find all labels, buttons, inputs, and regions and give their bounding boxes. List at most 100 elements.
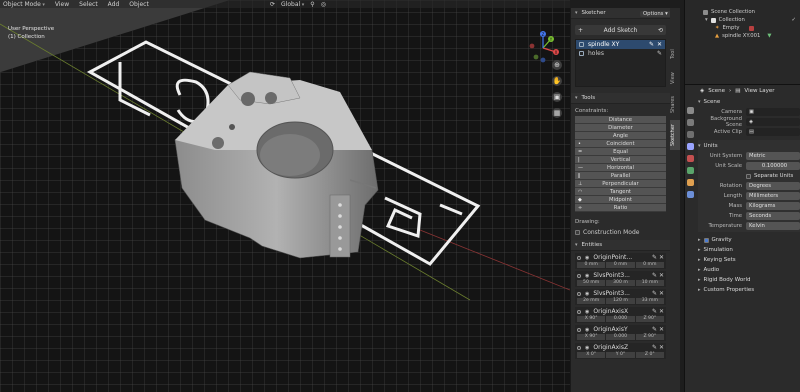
mass-row: Mass Kilograms [698, 201, 800, 211]
zoom-icon[interactable]: ⊕ [552, 60, 562, 70]
active-clip-field[interactable]: ▤ [746, 128, 800, 136]
menu-object[interactable]: Object [129, 1, 149, 8]
camera-field[interactable]: ▣ [746, 108, 800, 116]
render-tab-icon[interactable] [686, 119, 694, 126]
entities-header[interactable]: Entities [571, 240, 670, 251]
close-icon[interactable]: ✕ [657, 41, 662, 48]
eye-icon: ◉ [585, 344, 590, 351]
constraint-parallel-button[interactable]: ∥ Parallel [575, 172, 666, 180]
sketch-item[interactable]: holes ✎ [576, 49, 665, 58]
menu-add[interactable]: Add [108, 1, 120, 8]
audio-section[interactable]: Audio [698, 265, 800, 275]
constraint-tangent-button[interactable]: ◠ Tangent [575, 188, 666, 196]
perspective-label: User Perspective [8, 26, 55, 32]
3d-viewport[interactable]: Object Mode View Select Add Object ⟳ Glo… [0, 0, 570, 392]
entity-row[interactable]: ◉ SlvsPoint3... ✎ ✕ 50 mm 300 m 10 mm [575, 271, 666, 287]
constraint-perpendicular-button[interactable]: ⊥ Perpendicular [575, 180, 666, 188]
modifier-tab-icon[interactable] [686, 191, 694, 198]
units-section[interactable]: Units [698, 141, 800, 151]
unit-system-row: Unit System Metric [698, 151, 800, 161]
construction-mode-toggle[interactable]: Construction Mode [575, 229, 666, 236]
add-sketch-button[interactable]: + Add Sketch ⟲ [575, 25, 666, 35]
entity-row[interactable]: ◉ OriginAxisZ ✎ ✕ X 0° Y 0° Z 0° [575, 343, 666, 359]
rigid-body-world-section[interactable]: Rigid Body World [698, 275, 800, 285]
constraint-midpoint-button[interactable]: ◆ Midpoint [575, 196, 666, 204]
scene-tab-icon[interactable] [686, 143, 694, 150]
collection-row[interactable]: ▾ Collection ✓ [685, 16, 800, 24]
collection-icon [703, 9, 708, 15]
constraint-equal-button[interactable]: = Equal [575, 148, 666, 156]
tool-tab-icon[interactable] [686, 107, 694, 114]
edit-icon: ✎ ✕ [652, 344, 664, 351]
unit-scale-row: Unit Scale 0.100000 [698, 161, 800, 171]
unit-scale-field[interactable]: 0.100000 [746, 162, 800, 170]
entity-row[interactable]: ◉ OriginAxisX ✎ ✕ X 90° 0.000 Z 90° [575, 307, 666, 323]
temperature-select[interactable]: Kelvin [746, 222, 800, 230]
constraint-ratio-button[interactable]: ÷ Ratio [575, 204, 666, 212]
select-dot-icon [577, 291, 581, 296]
proportional-icon[interactable]: ◎ [321, 1, 326, 8]
refresh-icon[interactable]: ⟲ [658, 27, 663, 34]
tools-header[interactable]: Tools [571, 93, 670, 104]
world-tab-icon[interactable] [686, 155, 694, 162]
entity-row[interactable]: ◉ OriginPoint... ✎ ✕ 0 mm 0 mm 0 mm [575, 253, 666, 269]
entity-row[interactable]: ◉ SlvsPoint3... ✎ ✕ 2e mm 120 m 33 mm [575, 289, 666, 305]
menu-view[interactable]: View [55, 1, 69, 8]
constraint-diameter-button[interactable]: Diameter [575, 124, 666, 132]
sketch-item[interactable]: spindle XY ✎ ✕ [576, 40, 665, 49]
constraint-horizontal-button[interactable]: — Horizontal [575, 164, 666, 172]
background-scene-field[interactable]: ◈ [746, 118, 800, 126]
breadcrumb-scene[interactable]: Scene [708, 88, 725, 94]
separate-units-checkbox[interactable] [746, 173, 751, 179]
equal-icon: = [578, 148, 583, 155]
gravity-section[interactable]: Gravity [698, 235, 800, 245]
object-tab-icon[interactable] [686, 179, 694, 186]
constraint-distance-button[interactable]: Distance [575, 116, 666, 124]
pan-hand-icon[interactable]: ✋ [552, 76, 562, 86]
constraint-coincident-button[interactable]: • Coincident [575, 140, 666, 148]
edit-icon: ✎ ✕ [652, 290, 664, 297]
grid-icon[interactable]: ▦ [552, 108, 562, 118]
outliner: Scene Collection ▾ Collection ✓ ✶ Empty … [684, 0, 800, 84]
sketch-icon [579, 42, 584, 47]
camera-icon[interactable]: ▣ [552, 92, 562, 102]
rotation-select[interactable]: Degrees [746, 182, 800, 190]
collection-tab-icon[interactable] [686, 167, 694, 174]
viewport-scene [0, 0, 570, 392]
breadcrumb-view-layer[interactable]: View Layer [744, 88, 774, 94]
constraint-vertical-button[interactable]: | Vertical [575, 156, 666, 164]
scene-icon: ◈ [700, 88, 705, 94]
simulation-section[interactable]: Simulation [698, 245, 800, 255]
scene-collection-row[interactable]: Scene Collection [685, 8, 800, 16]
options-dropdown[interactable]: Options [640, 11, 671, 17]
unit-system-select[interactable]: Metric [746, 152, 800, 160]
constraint-angle-button[interactable]: Angle [575, 132, 666, 140]
tab-shares[interactable]: Shares [670, 92, 680, 116]
ratio-icon: ÷ [578, 204, 583, 211]
chevron-down-icon: ▾ [705, 17, 708, 23]
transform-orientation-icon[interactable]: ⟳ [270, 1, 275, 8]
edit-icon[interactable]: ✎ [649, 41, 654, 48]
time-select[interactable]: Seconds [746, 212, 800, 220]
select-dot-icon [577, 273, 581, 278]
construction-mode-checkbox[interactable] [575, 230, 580, 235]
transform-orientation[interactable]: Global [281, 1, 304, 8]
separate-units-toggle[interactable]: Separate Units [746, 173, 793, 179]
mode-dropdown[interactable]: Object Mode [3, 1, 45, 8]
tab-tool[interactable]: Tool [670, 44, 680, 64]
snap-icon[interactable]: ⚲ [310, 1, 314, 8]
output-tab-icon[interactable] [686, 131, 694, 138]
outliner-item-spindle[interactable]: ▲ spindle XY.001 ▼ [685, 32, 800, 40]
length-select[interactable]: Millimeters [746, 192, 800, 200]
gravity-checkbox[interactable] [703, 237, 709, 243]
entity-row[interactable]: ◉ OriginAxisY ✎ ✕ X 90° 0.000 Z 90° [575, 325, 666, 341]
tab-view[interactable]: View [670, 68, 680, 88]
mass-select[interactable]: Kilograms [746, 202, 800, 210]
scene-section[interactable]: Scene [698, 97, 800, 107]
outliner-item-empty[interactable]: ✶ Empty [685, 24, 800, 32]
menu-select[interactable]: Select [79, 1, 98, 8]
custom-properties-section[interactable]: Custom Properties [698, 285, 800, 295]
keying-sets-section[interactable]: Keying Sets [698, 255, 800, 265]
edit-icon[interactable]: ✎ [657, 50, 662, 57]
tab-sketcher[interactable]: Sketcher [670, 120, 680, 150]
